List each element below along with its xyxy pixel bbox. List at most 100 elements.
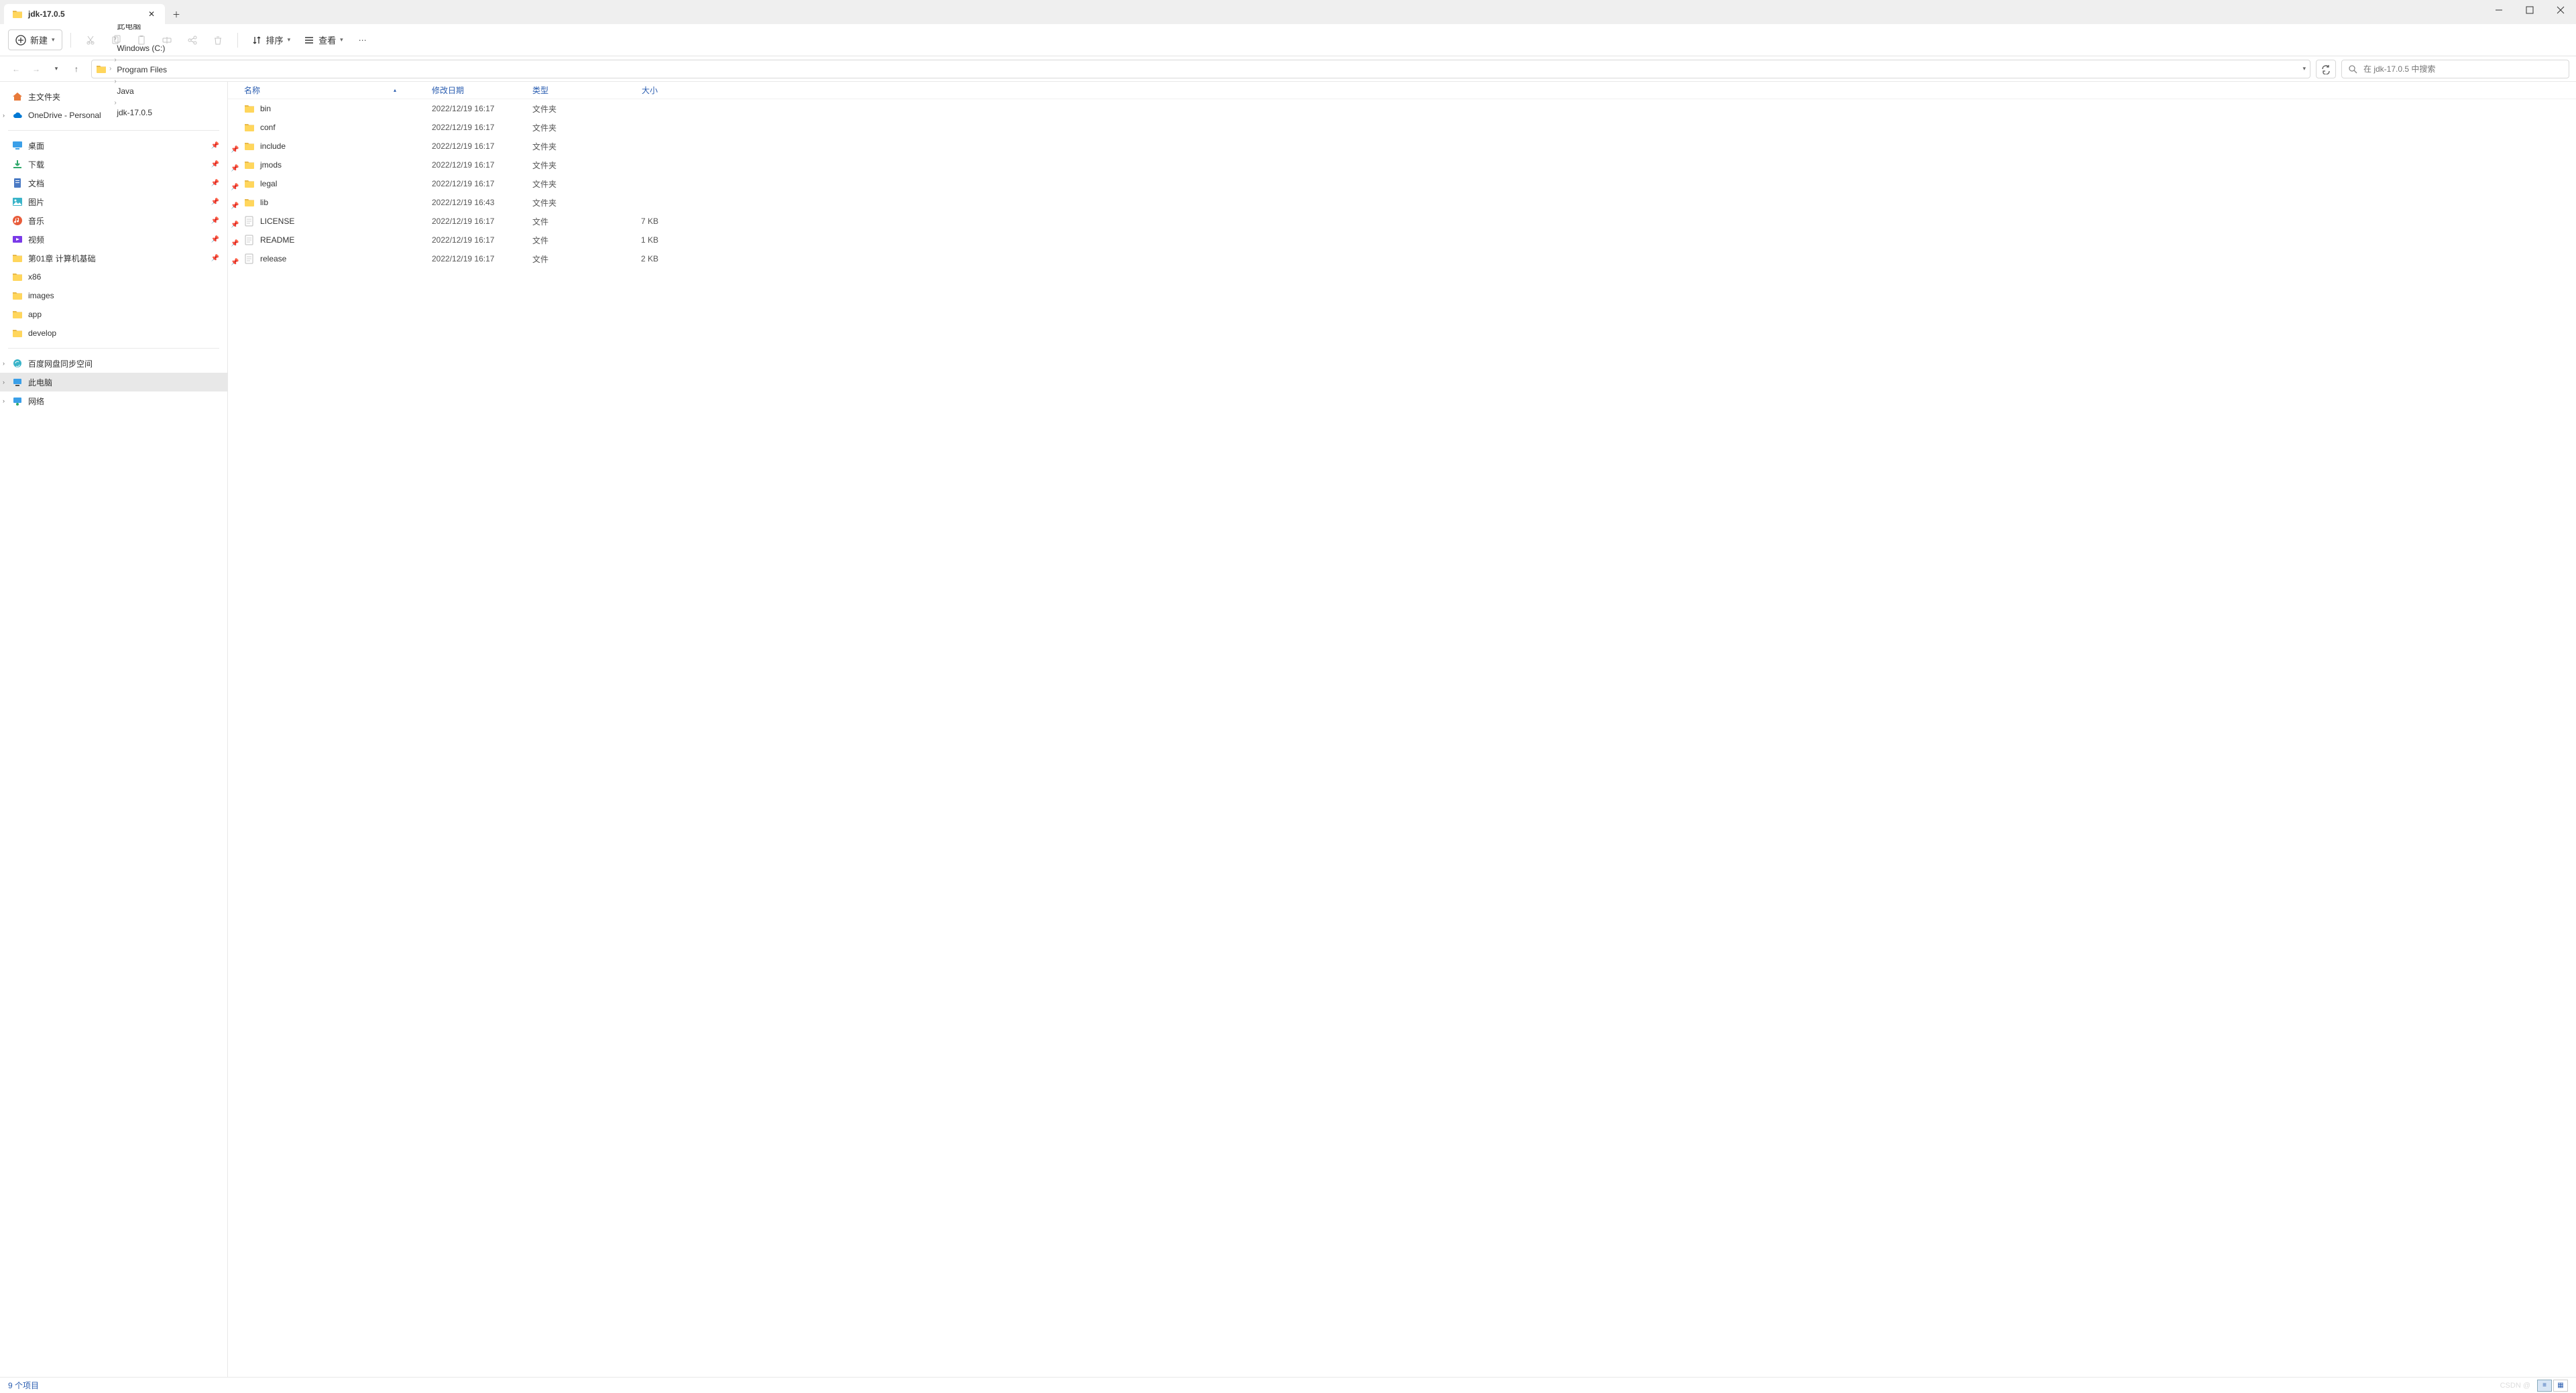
- chevron-right-icon[interactable]: ›: [3, 112, 5, 119]
- icons-view-button[interactable]: ▦: [2553, 1380, 2568, 1392]
- pin-icon: 📌: [231, 202, 239, 210]
- file-type: 文件夹: [528, 103, 609, 115]
- refresh-button[interactable]: [2316, 60, 2336, 78]
- file-row[interactable]: 📌LICENSE2022/12/19 16:17文件7 KB: [228, 212, 2576, 231]
- file-date: 2022/12/19 16:17: [428, 160, 528, 170]
- download-icon: [12, 159, 23, 170]
- tab-active[interactable]: jdk-17.0.5 ✕: [4, 4, 165, 24]
- column-header-date[interactable]: 修改日期: [428, 84, 528, 96]
- tab-title: jdk-17.0.5: [28, 9, 141, 19]
- up-button[interactable]: ↑: [67, 60, 86, 78]
- sidebar-item[interactable]: ›此电脑: [0, 373, 227, 391]
- sort-icon: [251, 35, 262, 46]
- column-header-type[interactable]: 类型: [528, 84, 609, 96]
- sidebar-item-label: 网络: [28, 396, 44, 407]
- file-row[interactable]: 📌README2022/12/19 16:17文件1 KB: [228, 231, 2576, 249]
- pin-icon: 📌: [231, 259, 239, 266]
- sidebar-item-label: x86: [28, 272, 41, 282]
- sync-icon: [12, 358, 23, 369]
- forward-button[interactable]: →: [27, 60, 46, 78]
- details-view-button[interactable]: ≡: [2537, 1380, 2552, 1392]
- close-window-button[interactable]: [2545, 0, 2576, 20]
- file-date: 2022/12/19 16:17: [428, 254, 528, 263]
- sidebar-item[interactable]: 第01章 计算机基础📌: [0, 249, 227, 267]
- folder-icon: [12, 328, 23, 339]
- sidebar-item-onedrive[interactable]: › OneDrive - Personal: [0, 106, 227, 125]
- column-header-size[interactable]: 大小: [609, 84, 662, 96]
- breadcrumb-dropdown[interactable]: ▾: [2302, 65, 2306, 72]
- file-row[interactable]: bin2022/12/19 16:17文件夹: [228, 99, 2576, 118]
- file-name: lib: [260, 198, 268, 207]
- sidebar-item[interactable]: 文档📌: [0, 174, 227, 192]
- window-controls: [2483, 0, 2576, 20]
- folder-icon: [244, 141, 255, 152]
- sidebar-item[interactable]: › 网络: [0, 391, 227, 410]
- folder-icon: [12, 9, 23, 19]
- file-row[interactable]: 📌legal2022/12/19 16:17文件夹: [228, 174, 2576, 193]
- tab-strip: jdk-17.0.5 ✕ ＋: [0, 0, 188, 24]
- recent-button[interactable]: ▾: [47, 60, 66, 78]
- view-label: 查看: [318, 34, 336, 46]
- file-row[interactable]: 📌jmods2022/12/19 16:17文件夹: [228, 156, 2576, 174]
- column-header-name[interactable]: 名称 ▴: [240, 84, 428, 96]
- file-date: 2022/12/19 16:17: [428, 141, 528, 151]
- picture-icon: [12, 196, 23, 207]
- new-button[interactable]: 新建 ▾: [8, 29, 62, 50]
- sidebar-item[interactable]: images: [0, 286, 227, 305]
- file-icon: [244, 216, 255, 227]
- file-name: legal: [260, 179, 277, 188]
- file-name: README: [260, 235, 294, 245]
- paste-button[interactable]: [130, 29, 153, 52]
- copy-button[interactable]: [105, 29, 127, 52]
- view-button[interactable]: 查看 ▾: [298, 30, 349, 50]
- sidebar-item-label: 图片: [28, 196, 44, 208]
- search-box[interactable]: [2341, 60, 2569, 78]
- watermark: CSDN @: [2500, 1382, 2530, 1390]
- cut-button[interactable]: [79, 29, 102, 52]
- file-size: 1 KB: [609, 235, 662, 245]
- sidebar-item-label: images: [28, 291, 54, 300]
- delete-button[interactable]: [207, 29, 229, 52]
- breadcrumb[interactable]: › 此电脑›Windows (C:)›Program Files›Java›jd…: [91, 60, 2310, 78]
- pin-icon: 📌: [211, 198, 219, 206]
- cloud-icon: [12, 110, 23, 121]
- sidebar-item[interactable]: 图片 📌: [0, 192, 227, 211]
- sort-button[interactable]: 排序 ▾: [246, 30, 296, 50]
- sidebar-item[interactable]: app: [0, 305, 227, 324]
- chevron-right-icon[interactable]: ›: [3, 398, 5, 404]
- minimize-button[interactable]: [2483, 0, 2514, 20]
- breadcrumb-item[interactable]: Program Files: [114, 64, 170, 76]
- file-row[interactable]: 📌include2022/12/19 16:17文件夹: [228, 137, 2576, 156]
- file-row[interactable]: 📌lib2022/12/19 16:43文件夹: [228, 193, 2576, 212]
- folder-icon: [96, 64, 107, 74]
- more-button[interactable]: ⋯: [351, 29, 374, 52]
- back-button[interactable]: ←: [7, 60, 25, 78]
- rename-button[interactable]: [156, 29, 178, 52]
- file-row[interactable]: conf2022/12/19 16:17文件夹: [228, 118, 2576, 137]
- close-icon[interactable]: ✕: [146, 9, 157, 19]
- sidebar-item[interactable]: ›百度网盘同步空间: [0, 354, 227, 373]
- sidebar-item-label: develop: [28, 328, 56, 338]
- sidebar-item[interactable]: 下载📌: [0, 155, 227, 174]
- chevron-right-icon[interactable]: ›: [3, 360, 5, 367]
- file-date: 2022/12/19 16:17: [428, 123, 528, 132]
- folder-icon: [244, 178, 255, 189]
- file-row[interactable]: 📌release2022/12/19 16:17文件2 KB: [228, 249, 2576, 268]
- sidebar-item[interactable]: x86: [0, 267, 227, 286]
- maximize-button[interactable]: [2514, 0, 2545, 20]
- file-name: LICENSE: [260, 217, 294, 226]
- sidebar-item[interactable]: 音乐📌: [0, 211, 227, 230]
- document-icon: [12, 178, 23, 188]
- pin-icon: 📌: [231, 146, 239, 154]
- sidebar-item[interactable]: develop: [0, 324, 227, 343]
- sidebar-item-label: 文档: [28, 178, 44, 189]
- chevron-right-icon[interactable]: ›: [3, 379, 5, 385]
- file-size: 2 KB: [609, 254, 662, 263]
- search-input[interactable]: [2363, 64, 2563, 74]
- sidebar-item[interactable]: 视频📌: [0, 230, 227, 249]
- sidebar-item-home[interactable]: 主文件夹: [0, 87, 227, 106]
- file-date: 2022/12/19 16:17: [428, 217, 528, 226]
- share-button[interactable]: [181, 29, 204, 52]
- sidebar-item[interactable]: 桌面📌: [0, 136, 227, 155]
- chevron-down-icon: ▾: [288, 36, 291, 44]
